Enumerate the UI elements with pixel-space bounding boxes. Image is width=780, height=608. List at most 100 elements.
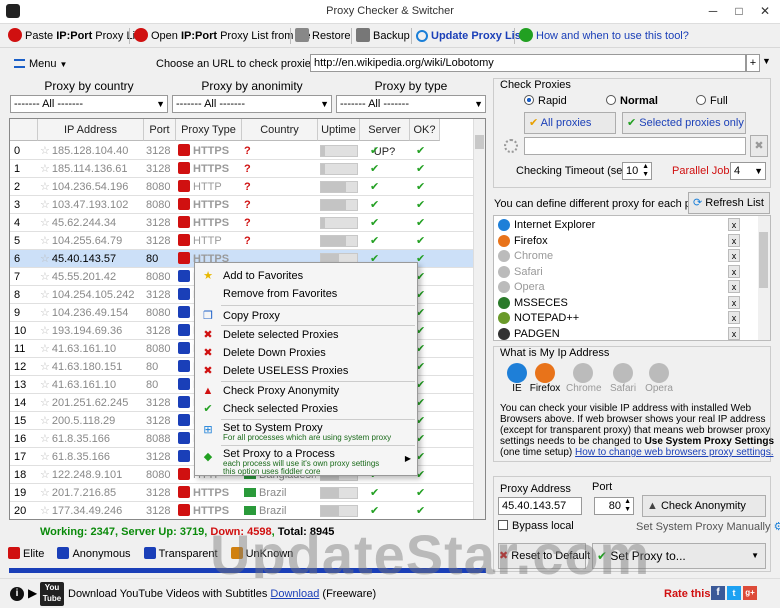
table-row[interactable]: 20 ☆ 177.34.49.246 3128 HTTPS Brazil ✔ ✔ — [10, 502, 475, 519]
remove-process-button[interactable]: x — [728, 218, 740, 231]
table-row[interactable]: 3 ☆ 103.47.193.102 8080 HTTPS? ✔ ✔ — [10, 196, 475, 214]
restore-button[interactable]: Restore — [295, 27, 351, 45]
column-header-port[interactable]: Port — [144, 119, 176, 141]
column-header-ip[interactable]: IP Address — [38, 119, 144, 141]
port-stepper[interactable]: 80 ▲ ▼ — [594, 497, 634, 515]
menu-item-set-process-proxy[interactable]: ◆ Set Proxy to a Process each process will… — [195, 446, 417, 476]
column-header-uptime[interactable]: Uptime — [318, 119, 360, 141]
column-header-index[interactable] — [10, 119, 38, 141]
process-item[interactable]: Opera x — [494, 279, 754, 295]
grid-scrollbar[interactable] — [473, 119, 485, 519]
type-filter-select[interactable]: ------- All ------- ▼ — [336, 95, 486, 113]
column-header-server-up[interactable]: Server UP? — [360, 119, 410, 158]
table-row[interactable]: 4 ☆ 45.62.244.34 3128 HTTPS? ✔ ✔ — [10, 214, 475, 232]
check-anonymity-button[interactable]: ▲ Check Anonymity — [642, 495, 766, 517]
browser-chrome-button[interactable]: Chrome — [566, 363, 602, 394]
remove-process-button[interactable]: x — [728, 326, 740, 340]
menu-item-set-system-proxy[interactable]: ⊞ Set to System Proxy For all processes wh… — [195, 420, 417, 444]
star-icon[interactable]: ☆ — [40, 235, 50, 247]
star-icon[interactable]: ☆ — [40, 343, 50, 355]
url-dropdown-arrow[interactable]: ▼ — [762, 56, 771, 66]
star-icon[interactable]: ☆ — [40, 325, 50, 337]
star-icon[interactable]: ☆ — [40, 361, 50, 373]
star-icon[interactable]: ☆ — [40, 307, 50, 319]
star-icon[interactable]: ☆ — [40, 415, 50, 427]
menu-item-delete-selected[interactable]: ✖ Delete selected Proxies — [195, 326, 417, 344]
url-input[interactable]: http://en.wikipedia.org/wiki/Lobotomy — [310, 54, 746, 72]
parallel-jobs-select[interactable]: 4 ▼ — [730, 162, 766, 180]
star-icon[interactable]: ☆ — [40, 145, 50, 157]
process-list[interactable]: Internet Explorer x Firefox x Chrome x Safari x… — [493, 215, 771, 341]
browser-safari-button[interactable]: Safari — [606, 363, 640, 394]
check-all-proxies-button[interactable]: ✔ All proxies — [524, 112, 616, 134]
browser-opera-button[interactable]: Opera — [642, 363, 676, 394]
maximize-button[interactable]: □ — [726, 2, 752, 20]
full-radio[interactable]: Full — [696, 95, 728, 107]
table-row[interactable]: 2 ☆ 104.236.54.196 8080 HTTP? ✔ ✔ — [10, 178, 475, 196]
normal-radio[interactable]: Normal — [606, 95, 658, 107]
refresh-list-button[interactable]: ⟳ Refresh List — [688, 192, 770, 214]
menu-button[interactable]: Menu ▼ — [14, 55, 67, 73]
menu-item-check-selected[interactable]: ✔ Check selected Proxies — [195, 400, 417, 418]
rapid-radio[interactable]: Rapid — [524, 95, 567, 107]
star-icon[interactable]: ☆ — [40, 181, 50, 193]
remove-process-button[interactable]: x — [728, 311, 740, 324]
menu-item-delete-down[interactable]: ✖ Delete Down Proxies — [195, 344, 417, 362]
star-icon[interactable]: ☆ — [40, 289, 50, 301]
column-header-country[interactable]: Country — [242, 119, 318, 141]
googleplus-icon[interactable]: g+ — [743, 586, 757, 600]
process-list-scrollbar[interactable] — [758, 216, 770, 340]
star-icon[interactable]: ☆ — [40, 379, 50, 391]
process-item[interactable]: Internet Explorer x — [494, 217, 754, 233]
minimize-button[interactable]: ─ — [700, 2, 726, 20]
star-icon[interactable]: ☆ — [40, 163, 50, 175]
star-icon[interactable]: ☆ — [40, 199, 50, 211]
star-icon[interactable]: ☆ — [40, 469, 50, 481]
backup-button[interactable]: Backup — [356, 27, 410, 45]
twitter-icon[interactable]: t — [727, 586, 741, 600]
process-item[interactable]: NOTEPAD++ x — [494, 310, 754, 326]
timeout-stepper[interactable]: 10 ▲ ▼ — [622, 162, 652, 180]
browser-settings-help-link[interactable]: How to change web browsers proxy setting… — [575, 447, 773, 458]
open-proxy-list-button[interactable]: Open IP:Port Proxy List from file — [134, 27, 311, 45]
update-proxy-list-button[interactable]: Update Proxy List — [416, 27, 525, 45]
process-item[interactable]: Firefox x — [494, 233, 754, 249]
star-icon[interactable]: ☆ — [40, 433, 50, 445]
star-icon[interactable]: ☆ — [40, 397, 50, 409]
remove-process-button[interactable]: x — [728, 249, 740, 262]
set-system-proxy-manually-link[interactable]: Set System Proxy Manually ⚙ — [636, 520, 780, 533]
menu-item-check-anonymity[interactable]: ▲ Check Proxy Anonymity — [195, 382, 417, 400]
process-item[interactable]: MSSECES x — [494, 295, 754, 311]
play-icon[interactable]: ▶ — [28, 586, 37, 600]
process-item[interactable]: Safari x — [494, 264, 754, 280]
table-row[interactable]: 0 ☆ 185.128.104.40 3128 HTTPS? ✔ ✔ — [10, 142, 475, 160]
check-selected-proxies-button[interactable]: ✔ Selected proxies only — [622, 112, 746, 134]
country-filter-select[interactable]: ------- All ------- ▼ — [10, 95, 168, 113]
process-item[interactable]: Chrome x — [494, 248, 754, 264]
table-row[interactable]: 5 ☆ 104.255.64.79 3128 HTTP? ✔ ✔ — [10, 232, 475, 250]
star-icon[interactable]: ☆ — [40, 451, 50, 463]
process-item[interactable]: PADGEN x — [494, 326, 754, 341]
column-header-type[interactable]: Proxy Type — [176, 119, 242, 141]
menu-item-copy-proxy[interactable]: ❐ Copy Proxy — [195, 305, 417, 325]
menu-item-delete-useless[interactable]: ✖ Delete USELESS Proxies — [195, 362, 417, 380]
paste-proxy-list-button[interactable]: Paste IP:Port Proxy List — [8, 27, 144, 45]
youtube-download-link[interactable]: Download — [270, 588, 319, 600]
table-row[interactable]: 1 ☆ 185.114.136.61 3128 HTTPS? ✔ ✔ — [10, 160, 475, 178]
close-button[interactable]: ✕ — [752, 2, 778, 20]
browser-firefox-button[interactable]: Firefox — [528, 363, 562, 394]
star-icon[interactable]: ☆ — [40, 271, 50, 283]
star-icon[interactable]: ☆ — [40, 505, 50, 517]
remove-process-button[interactable]: x — [728, 295, 740, 309]
help-link[interactable]: How and when to use this tool? — [519, 27, 689, 45]
star-icon[interactable]: ☆ — [40, 253, 50, 265]
cancel-check-button[interactable]: ✖ — [750, 135, 768, 157]
facebook-icon[interactable]: f — [711, 586, 725, 600]
url-add-button[interactable]: + — [746, 54, 760, 72]
menu-item-remove-favorites[interactable]: Remove from Favorites — [195, 285, 417, 303]
menu-item-add-favorites[interactable]: ★ Add to Favorites — [195, 267, 417, 285]
star-icon[interactable]: ☆ — [40, 217, 50, 229]
table-row[interactable]: 19 ☆ 201.7.216.85 3128 HTTPS Brazil ✔ ✔ — [10, 484, 475, 502]
remove-process-button[interactable]: x — [728, 233, 740, 247]
column-header-ok[interactable]: OK? — [410, 119, 440, 141]
